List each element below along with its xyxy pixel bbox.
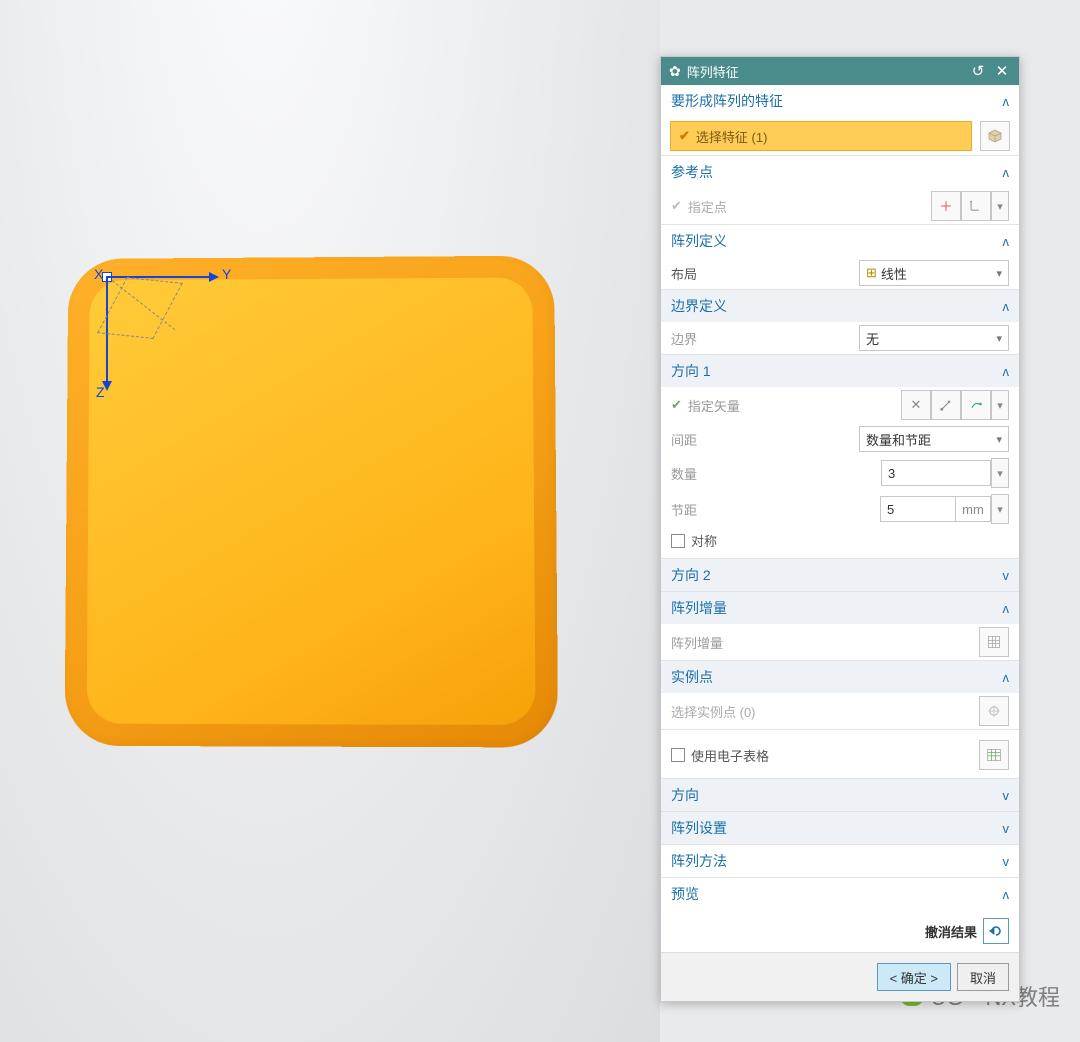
- dialog-titlebar[interactable]: ✿ 阵列特征 ↺ ✕: [661, 57, 1019, 85]
- spacing-label: 间距: [671, 430, 831, 449]
- axis-x-label: X: [94, 266, 103, 282]
- pattern-increment-label: 阵列增量: [671, 633, 831, 652]
- expand-icon[interactable]: v: [1003, 788, 1010, 803]
- collapse-icon[interactable]: ʌ: [1003, 299, 1010, 314]
- collapse-icon[interactable]: ʌ: [1003, 887, 1010, 902]
- use-spreadsheet-checkbox[interactable]: [671, 748, 685, 762]
- spacing-select[interactable]: 数量和节距 ▾: [859, 426, 1009, 452]
- boundary-label: 边界: [671, 329, 831, 348]
- specify-vector-label: 指定矢量: [688, 396, 828, 415]
- section-preview[interactable]: 预览 ʌ: [661, 877, 1019, 910]
- coordinate-system[interactable]: X Y Z: [82, 266, 212, 396]
- count-input[interactable]: 3: [881, 460, 991, 486]
- 3d-viewport[interactable]: X Y Z: [0, 0, 660, 1042]
- reverse-direction-button[interactable]: ✕: [901, 390, 931, 420]
- symmetric-checkbox[interactable]: [671, 534, 685, 548]
- layout-label: 布局: [671, 264, 831, 283]
- point-dialog-button[interactable]: [931, 191, 961, 221]
- pitch-unit[interactable]: mm: [955, 496, 991, 522]
- pitch-label: 节距: [671, 500, 831, 519]
- layout-select[interactable]: ⊞线性 ▾: [859, 260, 1009, 286]
- chevron-down-icon: ▾: [996, 332, 1002, 345]
- section-boundary-definition[interactable]: 边界定义 ʌ: [661, 289, 1019, 322]
- dialog-footer: < 确定 > 取消: [661, 952, 1019, 1001]
- reset-icon[interactable]: ↺: [969, 62, 987, 80]
- point-dropdown[interactable]: ▾: [991, 191, 1009, 221]
- section-orientation[interactable]: 方向 v: [661, 778, 1019, 811]
- section-direction-2[interactable]: 方向 2 v: [661, 558, 1019, 591]
- section-direction-1[interactable]: 方向 1 ʌ: [661, 354, 1019, 387]
- cancel-button[interactable]: 取消: [957, 963, 1009, 991]
- feature-picker-button[interactable]: [980, 121, 1010, 151]
- chevron-down-icon: ▾: [996, 433, 1002, 446]
- expand-icon[interactable]: v: [1003, 854, 1010, 869]
- spreadsheet-button[interactable]: [979, 740, 1009, 770]
- section-reference-point[interactable]: 参考点 ʌ: [661, 155, 1019, 188]
- section-features-to-pattern[interactable]: 要形成阵列的特征 ʌ: [661, 85, 1019, 117]
- chevron-down-icon: ▾: [996, 267, 1002, 280]
- gear-icon: ✿: [669, 63, 681, 80]
- collapse-icon[interactable]: ʌ: [1003, 234, 1010, 249]
- symmetric-label: 对称: [691, 531, 717, 550]
- collapse-icon[interactable]: ʌ: [1003, 364, 1010, 379]
- section-instance-points[interactable]: 实例点 ʌ: [661, 660, 1019, 693]
- section-pattern-definition[interactable]: 阵列定义 ʌ: [661, 224, 1019, 257]
- collapse-icon[interactable]: ʌ: [1003, 601, 1010, 616]
- expand-icon[interactable]: v: [1003, 821, 1010, 836]
- section-pattern-increment[interactable]: 阵列增量 ʌ: [661, 591, 1019, 624]
- inferred-point-button[interactable]: [961, 191, 991, 221]
- section-pattern-method[interactable]: 阵列方法 v: [661, 844, 1019, 877]
- collapse-icon[interactable]: ʌ: [1003, 165, 1010, 180]
- vector-dropdown[interactable]: ▾: [991, 390, 1009, 420]
- linear-icon: ⊞: [866, 265, 877, 281]
- pitch-dropdown[interactable]: ▾: [991, 494, 1009, 524]
- dialog-title: 阵列特征: [687, 62, 739, 81]
- select-feature-row[interactable]: ✔ 选择特征 (1): [670, 121, 972, 151]
- section-pattern-settings[interactable]: 阵列设置 v: [661, 811, 1019, 844]
- count-label: 数量: [671, 464, 831, 483]
- check-icon: ✔: [671, 198, 682, 214]
- use-spreadsheet-label: 使用电子表格: [691, 746, 769, 765]
- specify-point-label: 指定点: [688, 197, 848, 216]
- check-icon: ✔: [679, 128, 690, 144]
- check-icon: ✔: [671, 397, 682, 413]
- undo-result-label: 撤消结果: [925, 922, 977, 941]
- pattern-feature-dialog: ✿ 阵列特征 ↺ ✕ 要形成阵列的特征 ʌ ✔ 选择特征 (1) 参考点 ʌ ✔…: [660, 56, 1020, 1002]
- undo-result-button[interactable]: [983, 918, 1009, 944]
- instance-point-button[interactable]: [979, 696, 1009, 726]
- ok-button[interactable]: < 确定 >: [877, 963, 951, 991]
- expand-icon[interactable]: v: [1003, 568, 1010, 583]
- pattern-increment-button[interactable]: [979, 627, 1009, 657]
- collapse-icon[interactable]: ʌ: [1003, 670, 1010, 685]
- vector-dialog-button[interactable]: [931, 390, 961, 420]
- close-icon[interactable]: ✕: [993, 62, 1011, 80]
- pip-2[interactable]: [280, 463, 388, 563]
- inferred-vector-button[interactable]: [961, 390, 991, 420]
- pitch-input[interactable]: 5: [880, 496, 956, 522]
- axis-y-label: Y: [222, 266, 231, 282]
- boundary-select[interactable]: 无 ▾: [859, 325, 1009, 351]
- pip-3[interactable]: [385, 560, 494, 661]
- select-instance-points-label: 选择实例点 (0): [671, 702, 831, 721]
- axis-z-label: Z: [96, 384, 105, 400]
- collapse-icon[interactable]: ʌ: [1003, 94, 1010, 109]
- count-dropdown[interactable]: ▾: [991, 458, 1009, 488]
